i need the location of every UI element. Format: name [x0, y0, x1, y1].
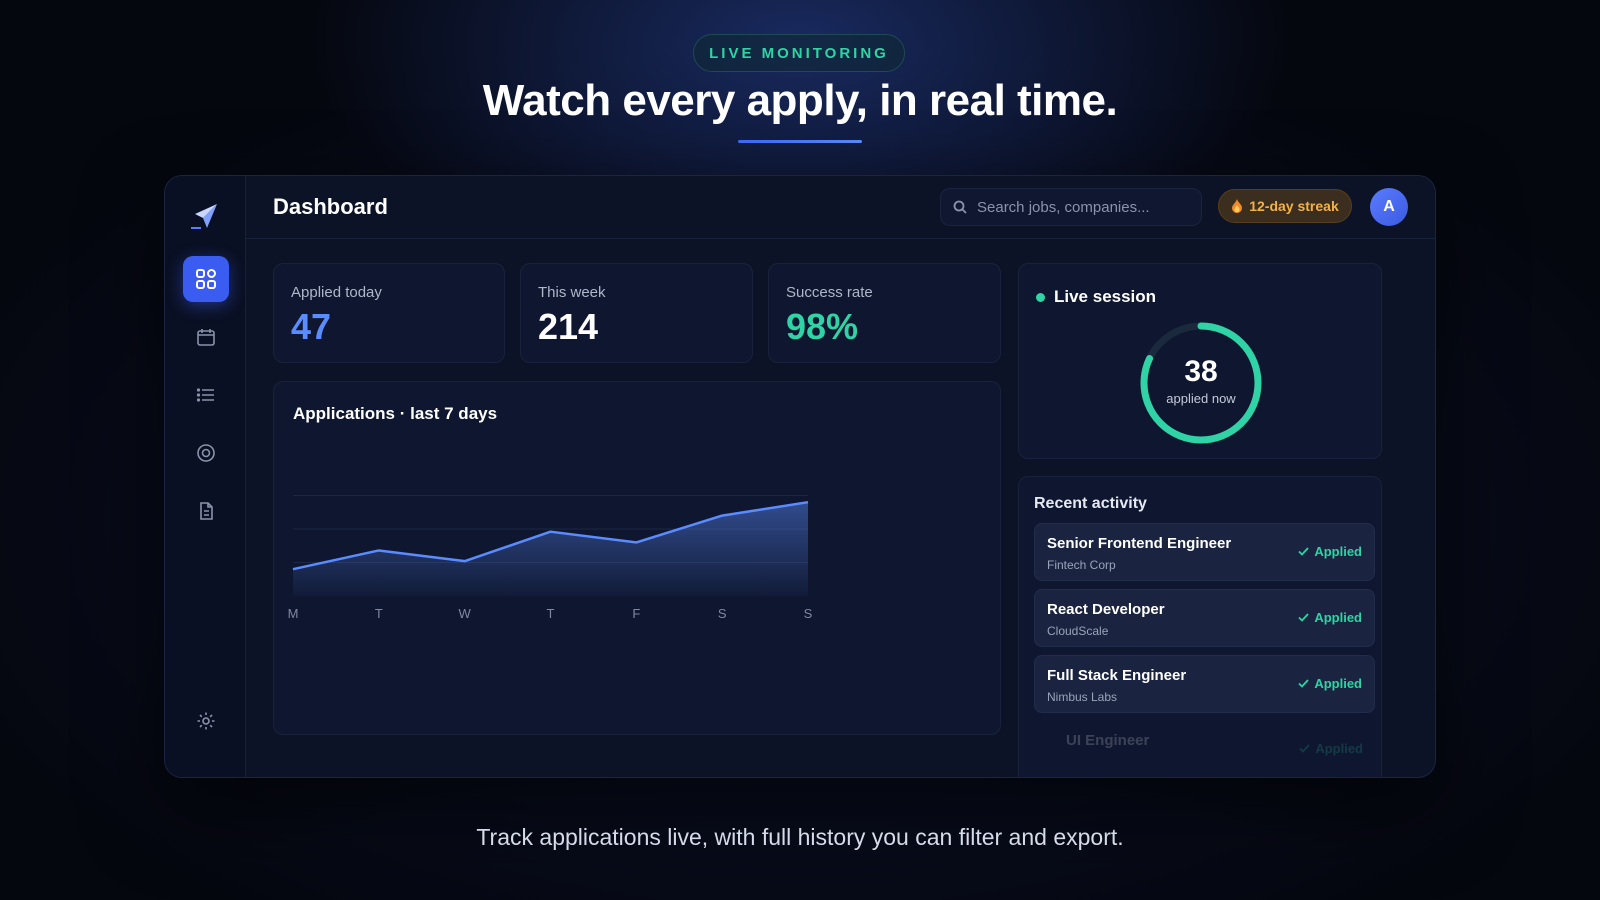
stat-label: Applied today: [291, 284, 382, 301]
hero-underline: [738, 140, 862, 143]
activity-status: Applied: [1298, 544, 1362, 559]
stat-value: 47: [291, 306, 332, 347]
live-indicator-dot: [1036, 293, 1045, 302]
check-icon: [1299, 744, 1310, 753]
x-tick-label: S: [804, 606, 813, 621]
stat-value: 98%: [786, 306, 859, 347]
chart-card: Applications · last 7 days MTWTFSS: [273, 381, 1001, 735]
topbar: Dashboard 12-day streak A: [246, 176, 1435, 239]
x-tick-label: W: [459, 606, 472, 621]
sidebar-item-calendar[interactable]: [183, 314, 229, 360]
activity-role: Senior Frontend Engineer: [1047, 535, 1232, 552]
live-session-title: Live session: [1054, 287, 1157, 306]
list-icon: [196, 388, 214, 402]
check-icon: [1298, 679, 1309, 688]
avatar[interactable]: A: [1370, 188, 1408, 226]
applications-chart: MTWTFSS: [288, 495, 813, 621]
stat-value: 214: [538, 306, 599, 347]
check-icon: [1298, 613, 1309, 622]
check-icon: [1298, 547, 1309, 556]
live-count-label: applied now: [1166, 391, 1236, 406]
progress-ring: 38 applied now: [1137, 319, 1265, 447]
dashboard-window: Dashboard 12-day streak A Applied today …: [164, 175, 1436, 778]
recent-activity-card: Recent activity Senior Frontend Engineer…: [1018, 476, 1382, 777]
sidebar: [165, 176, 246, 777]
activity-item[interactable]: Senior Frontend Engineer Fintech Corp Ap…: [1034, 523, 1375, 581]
document-icon: [200, 502, 213, 520]
x-tick-label: T: [375, 606, 383, 621]
x-tick-label: M: [288, 606, 299, 621]
activity-company: CloudScale: [1047, 624, 1109, 638]
sidebar-item-documents[interactable]: [183, 488, 229, 534]
x-tick-label: T: [547, 606, 555, 621]
activity-status-label: Applied: [1315, 741, 1363, 756]
calendar-icon: [197, 329, 215, 346]
activity-company: Fintech Corp: [1047, 558, 1116, 572]
activity-status-label: Applied: [1314, 610, 1362, 625]
sidebar-item-settings[interactable]: [183, 698, 229, 744]
page-title: Dashboard: [273, 194, 388, 219]
grid-icon: [196, 269, 216, 289]
main-content: Dashboard 12-day streak A Applied today …: [246, 176, 1435, 777]
activity-status: Applied: [1299, 741, 1363, 756]
x-tick-label: F: [632, 606, 640, 621]
flame-icon: [1232, 199, 1243, 213]
live-session-card: Live session 38 applied now: [1018, 263, 1382, 459]
activity-status: Applied: [1298, 610, 1362, 625]
logo-icon: [191, 204, 217, 229]
stat-label: Success rate: [786, 284, 873, 301]
chart-area-fill: [293, 502, 808, 596]
hero-subtitle: Track applications live, with full histo…: [476, 824, 1124, 850]
live-count: 38: [1184, 355, 1218, 388]
stat-card-success-rate: Success rate 98%: [768, 263, 1001, 363]
search-icon: [953, 200, 967, 214]
activity-status-label: Applied: [1314, 544, 1362, 559]
search-box[interactable]: [940, 188, 1202, 226]
streak-label: 12-day streak: [1249, 198, 1339, 214]
activity-role: React Developer: [1047, 601, 1165, 618]
activity-role: Full Stack Engineer: [1047, 667, 1187, 684]
sidebar-item-target[interactable]: [183, 430, 229, 476]
activity-status-label: Applied: [1314, 676, 1362, 691]
recent-activity-title: Recent activity: [1034, 495, 1147, 512]
activity-status: Applied: [1298, 676, 1362, 691]
search-input[interactable]: [977, 198, 1187, 216]
stat-card-applied-today: Applied today 47: [273, 263, 505, 363]
streak-badge: 12-day streak: [1218, 189, 1352, 223]
stat-label: This week: [538, 284, 606, 301]
settings-icon: [197, 712, 215, 730]
sidebar-item-dashboard[interactable]: [183, 256, 229, 302]
activity-company: Nimbus Labs: [1047, 690, 1118, 704]
stat-card-this-week: This week 214: [520, 263, 753, 363]
activity-role: UI Engineer: [1066, 732, 1150, 749]
activity-item-faded[interactable]: UI Engineer Applied: [1034, 721, 1375, 777]
hero-badge: LIVE MONITORING: [693, 34, 905, 72]
x-tick-label: S: [718, 606, 727, 621]
activity-item[interactable]: React Developer CloudScale Applied: [1034, 589, 1375, 647]
hero-title: Watch every apply, in real time.: [482, 76, 1118, 125]
activity-item[interactable]: Full Stack Engineer Nimbus Labs Applied: [1034, 655, 1375, 713]
sidebar-item-list[interactable]: [183, 372, 229, 418]
target-icon: [197, 444, 215, 462]
